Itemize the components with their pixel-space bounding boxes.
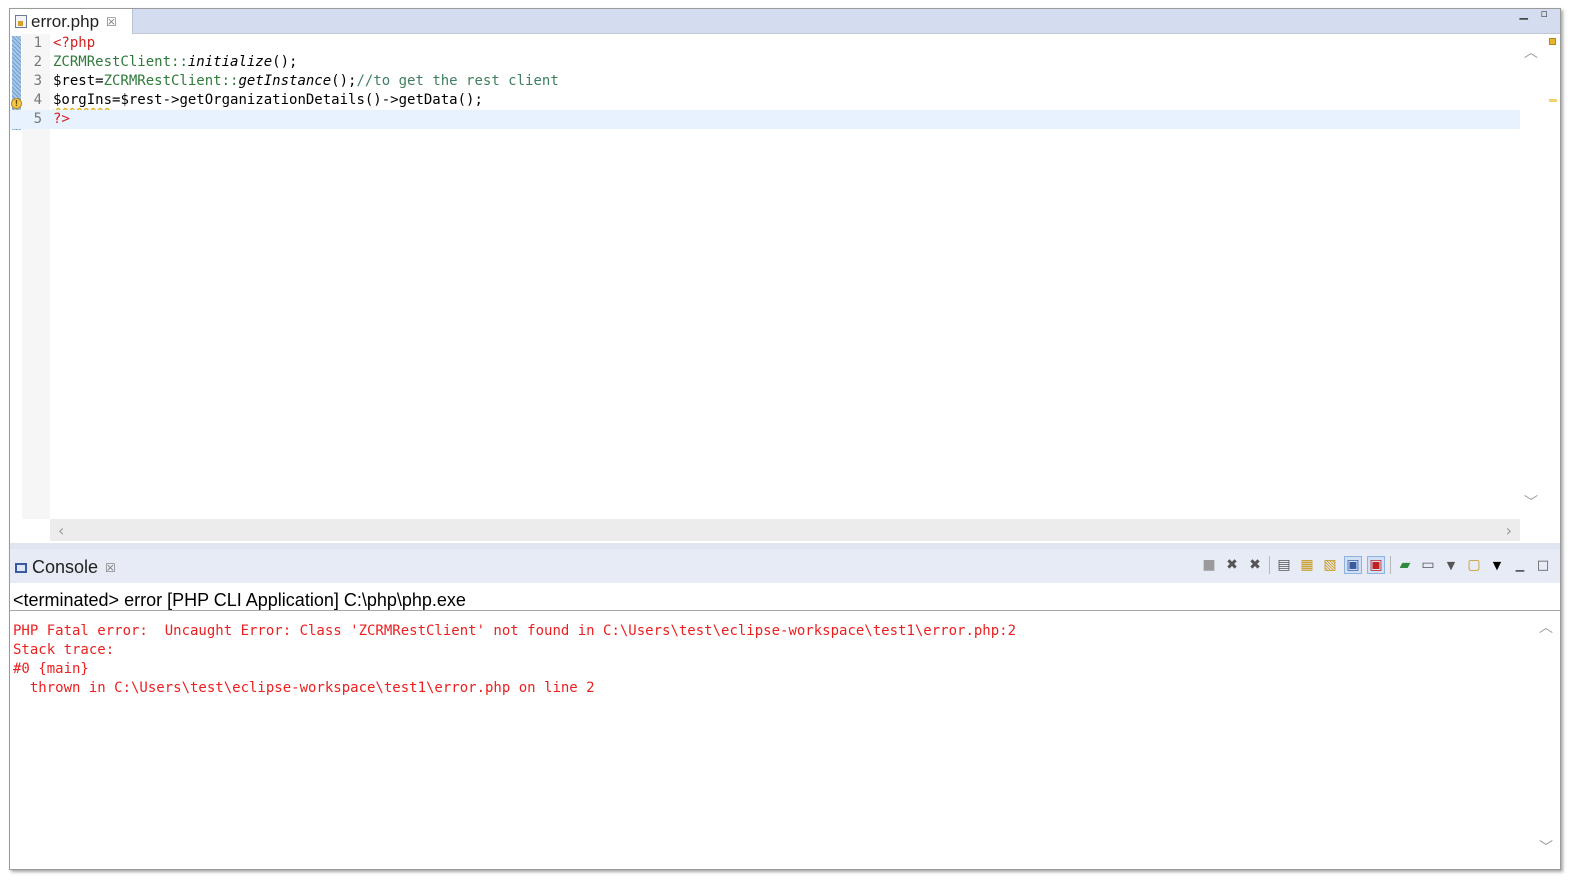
code-token: ZCRMRestClient	[53, 54, 172, 70]
remove-all-terminated-icon[interactable]: ✖	[1246, 556, 1264, 574]
code-line[interactable]: 4 $orgIns=$rest->getOrganizationDetails()…	[10, 91, 1520, 110]
tab-label: Console	[32, 557, 99, 577]
console-process-status: <terminated> error [PHP CLI Application]…	[10, 583, 1560, 611]
console-vertical-scrollbar[interactable]: ︿ ﹀	[1538, 613, 1554, 863]
open-console-dropdown-icon[interactable]: ▼	[1488, 556, 1506, 574]
console-output-line: #0 {main}	[13, 661, 89, 677]
overview-status-icon	[1549, 38, 1556, 45]
php-file-icon	[15, 15, 27, 28]
maximize-icon[interactable]: ▫	[1541, 9, 1548, 20]
editor-tab-bar: error.php ☒ ▁ ▫	[10, 9, 1560, 34]
line-number: 3	[33, 73, 42, 89]
clear-console-icon[interactable]: ▤	[1275, 556, 1293, 574]
scroll-down-icon[interactable]: ﹀	[1538, 837, 1554, 857]
code-token: <?php	[53, 35, 96, 51]
remove-launch-icon[interactable]: ✖	[1223, 556, 1241, 574]
toolbar-separator	[1269, 556, 1270, 574]
console-toolbar: ■ ✖ ✖ ▤ ▦ ▧ ▣ ▣ ▰ ▭ ▼ ▢ ▼ ▁ □	[1195, 554, 1552, 576]
editor-horizontal-scrollbar[interactable]: ‹ ›	[50, 519, 1520, 541]
code-token: ();	[272, 54, 298, 70]
minimize-icon[interactable]: ▁	[1511, 556, 1529, 574]
code-token: ::	[171, 54, 188, 70]
minimize-icon[interactable]: ▁	[1520, 9, 1528, 20]
tab-console[interactable]: Console ☒	[10, 552, 123, 583]
console-output-line: thrown in C:\Users\test\eclipse-workspac…	[13, 680, 595, 696]
code-text: $orgIns=$rest->getOrganizationDetails()-…	[53, 91, 483, 110]
word-wrap-icon[interactable]: ▧	[1321, 556, 1339, 574]
console-output-line: PHP Fatal error: Uncaught Error: Class '…	[13, 623, 1017, 639]
show-on-stderr-icon[interactable]: ▣	[1367, 556, 1385, 574]
code-token: $rest=	[53, 73, 104, 89]
tab-error-php[interactable]: error.php ☒	[10, 9, 133, 34]
console-output-line: Stack trace:	[13, 642, 115, 658]
code-token: //to get the rest client	[356, 73, 559, 89]
scroll-up-icon[interactable]: ︿	[1538, 617, 1554, 637]
show-on-stdout-icon[interactable]: ▣	[1344, 556, 1362, 574]
scroll-right-icon[interactable]: ›	[1506, 521, 1512, 540]
code-token: ZCRMRestClient	[103, 73, 222, 89]
code-line[interactable]: 2 ZCRMRestClient::initialize();	[10, 53, 1520, 72]
line-number: 2	[33, 54, 42, 70]
console-output[interactable]: PHP Fatal error: Uncaught Error: Class '…	[10, 613, 1536, 869]
line-number: 4	[33, 92, 42, 108]
scroll-left-icon[interactable]: ‹	[58, 521, 64, 540]
code-token: $orgIns	[53, 92, 113, 108]
code-editor[interactable]: ! 1 <?php 2 ZCRMRestClient::initialize(); 3 $…	[10, 34, 1560, 519]
code-token: initialize	[187, 54, 273, 70]
terminate-icon[interactable]: ■	[1200, 556, 1218, 574]
pin-console-icon[interactable]: ▰	[1396, 556, 1414, 574]
overview-warning-mark[interactable]	[1549, 99, 1557, 102]
scroll-down-icon[interactable]: ﹀	[1523, 492, 1539, 512]
code-text: ?>	[53, 110, 70, 129]
code-line[interactable]: 5 ?>	[10, 110, 1520, 129]
tab-label: error.php	[31, 11, 100, 31]
open-console-icon[interactable]: ▢	[1465, 556, 1483, 574]
close-tab-icon[interactable]: ☒	[106, 15, 117, 29]
editor-vertical-scrollbar[interactable]: ︿ ﹀	[1523, 34, 1539, 519]
display-selected-console-icon[interactable]: ▭	[1419, 556, 1437, 574]
eclipse-window: error.php ☒ ▁ ▫ ! 1 <?php 2 ZCRMRestClient:…	[9, 8, 1561, 870]
overview-ruler[interactable]	[1546, 34, 1560, 519]
editor-pane: error.php ☒ ▁ ▫ ! 1 <?php 2 ZCRMRestClient:…	[10, 9, 1560, 547]
code-token: getInstance	[238, 73, 332, 89]
code-token: ?>	[53, 111, 70, 127]
maximize-icon[interactable]: □	[1534, 556, 1552, 574]
close-tab-icon[interactable]: ☒	[105, 561, 116, 575]
code-token: ::	[221, 73, 239, 89]
console-icon	[15, 562, 27, 573]
code-token: ();	[331, 73, 357, 89]
console-pane: Console ☒ ■ ✖ ✖ ▤ ▦ ▧ ▣ ▣ ▰ ▭ ▼ ▢ ▼ ▁ □	[10, 549, 1560, 869]
code-text: $rest=ZCRMRestClient::getInstance();//to…	[53, 72, 559, 91]
display-selected-dropdown-icon[interactable]: ▼	[1442, 556, 1460, 574]
toolbar-separator	[1390, 556, 1391, 574]
console-tab-bar: Console ☒ ■ ✖ ✖ ▤ ▦ ▧ ▣ ▣ ▰ ▭ ▼ ▢ ▼ ▁ □	[10, 549, 1560, 583]
line-number: 5	[33, 111, 42, 127]
code-token: =$rest->getOrganizationDetails()->getDat…	[112, 92, 483, 108]
code-text: ZCRMRestClient::initialize();	[53, 53, 297, 72]
code-line[interactable]: 3 $rest=ZCRMRestClient::getInstance();//t…	[10, 72, 1520, 91]
scroll-up-icon[interactable]: ︿	[1523, 42, 1539, 62]
code-text: <?php	[53, 34, 95, 53]
scroll-lock-icon[interactable]: ▦	[1298, 556, 1316, 574]
code-line[interactable]: 1 <?php	[10, 34, 1520, 53]
line-number: 1	[33, 35, 42, 51]
